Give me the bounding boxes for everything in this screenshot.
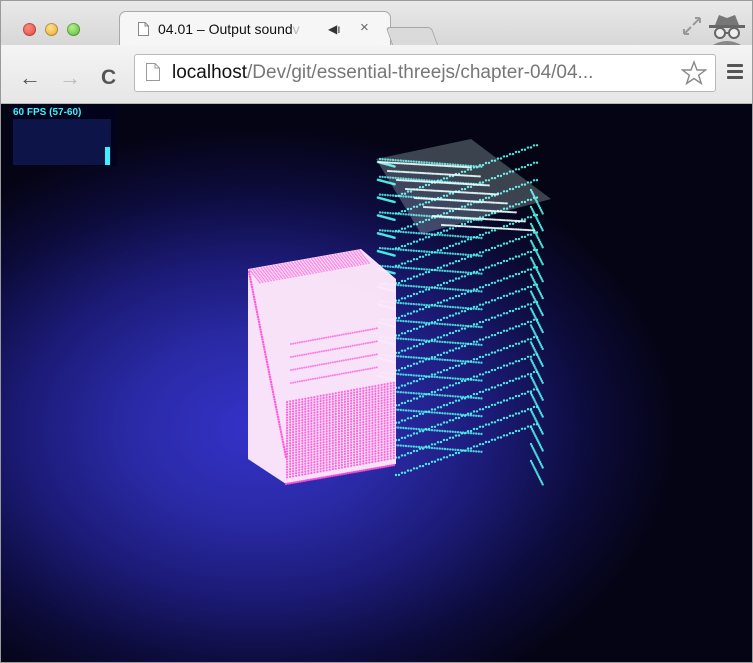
browser-window: 04.01 – Output soundv ◀ı × ← → C localho… [0, 0, 753, 663]
document-icon [138, 22, 149, 36]
menu-icon[interactable] [727, 64, 743, 80]
url-text[interactable]: localhost/Dev/git/essential-threejs/chap… [172, 62, 593, 84]
magenta-particle-cube [247, 249, 396, 486]
back-button[interactable]: ← [19, 65, 41, 91]
new-tab-button[interactable] [385, 27, 439, 46]
browser-tab-active[interactable]: 04.01 – Output soundv ◀ı × [119, 11, 391, 46]
zoom-window-button[interactable] [67, 23, 80, 36]
page-icon [146, 63, 160, 81]
close-window-button[interactable] [23, 23, 36, 36]
tab-title: 04.01 – Output soundv [158, 21, 300, 37]
address-bar[interactable]: localhost/Dev/git/essential-threejs/chap… [134, 54, 716, 92]
fps-readout: 60 FPS (57-60) [13, 107, 82, 118]
fps-bar [105, 146, 110, 165]
particle-scene [247, 139, 551, 486]
fps-graph [13, 119, 111, 165]
browser-toolbar: ← → C localhost/Dev/git/essential-threej… [1, 45, 752, 104]
incognito-icon [709, 15, 745, 45]
webgl-canvas[interactable]: 60 FPS (57-60) [1, 104, 752, 662]
minimize-window-button[interactable] [45, 23, 58, 36]
speaker-icon: ◀ı [328, 22, 341, 36]
forward-button[interactable]: → [59, 65, 81, 91]
fullscreen-icon[interactable] [681, 15, 703, 37]
bookmark-star-icon[interactable] [681, 60, 707, 86]
reload-button[interactable]: C [101, 66, 116, 90]
tab-close-button[interactable]: × [360, 19, 369, 36]
fps-stats-panel[interactable]: 60 FPS (57-60) [9, 104, 117, 166]
